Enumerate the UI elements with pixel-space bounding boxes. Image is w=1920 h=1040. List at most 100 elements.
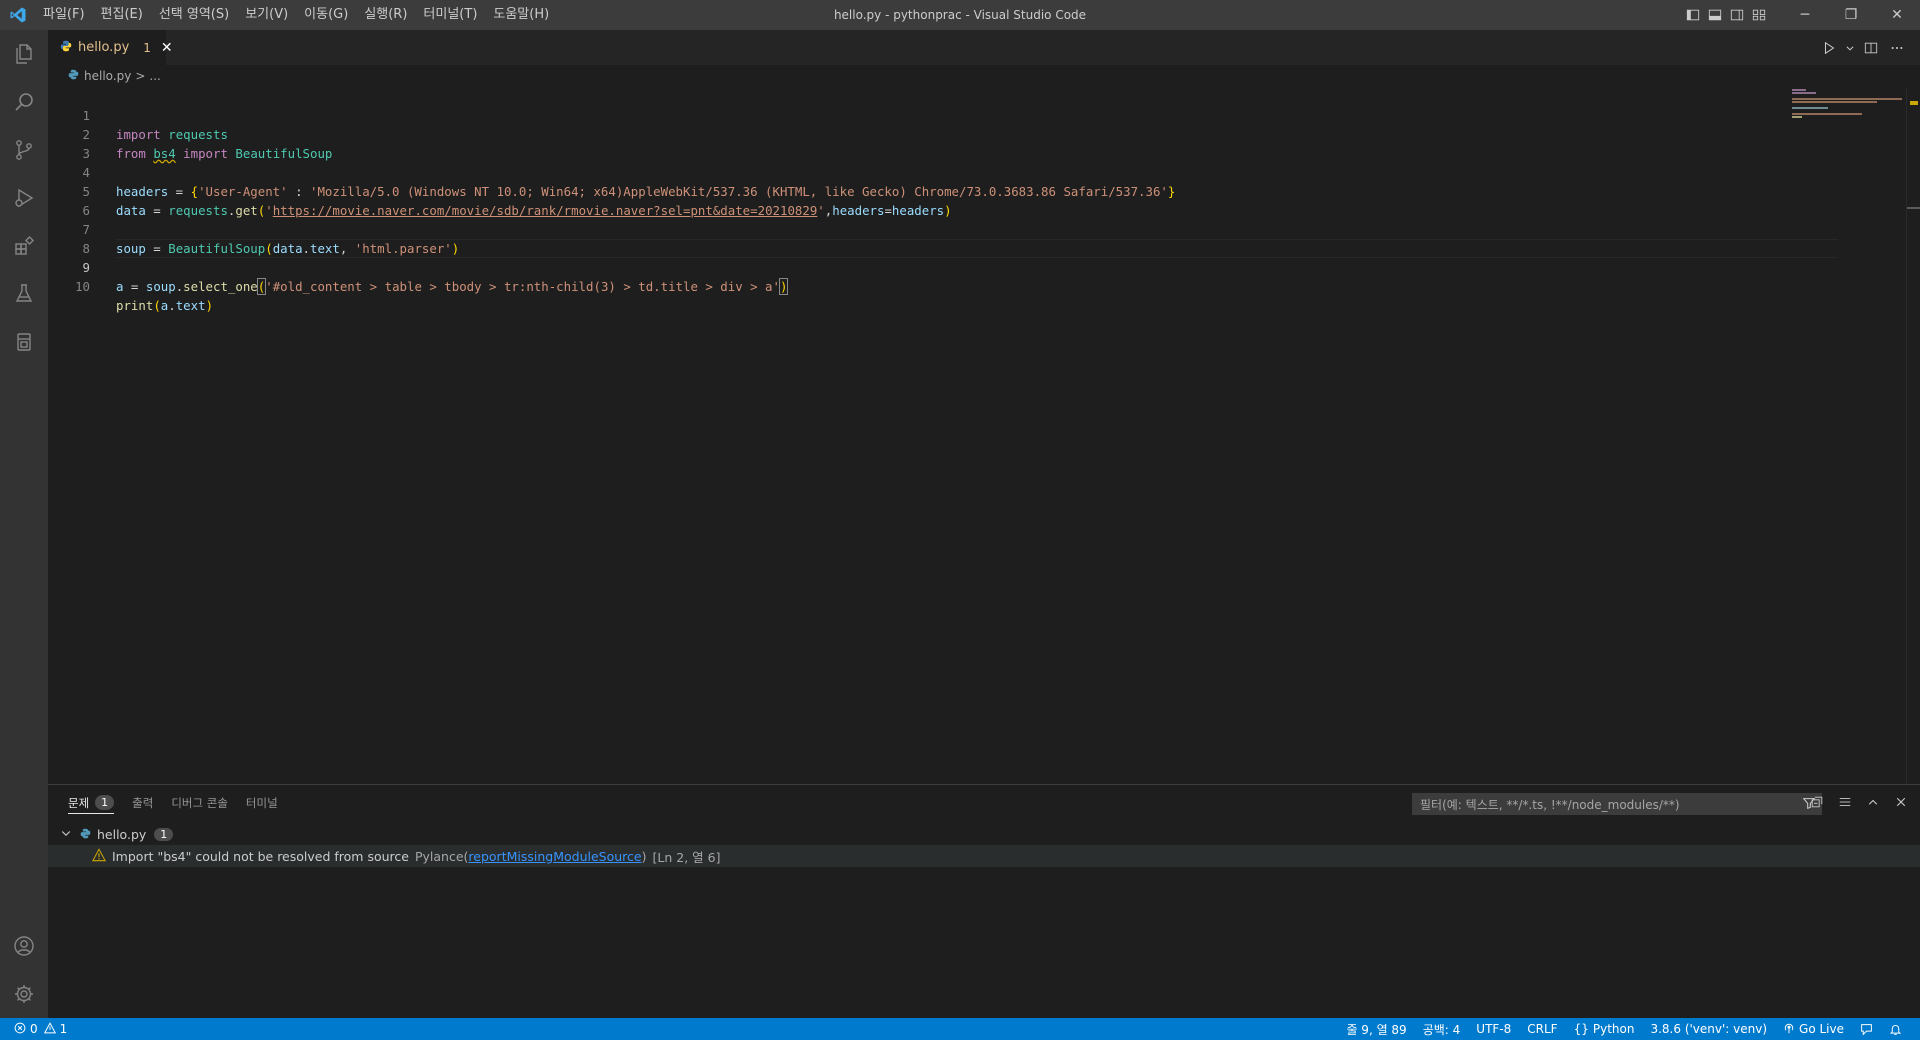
tab-problems[interactable]: 문제 1 — [68, 785, 115, 820]
tab-close-icon[interactable]: ✕ — [161, 40, 173, 56]
code-line-active: 9 a = soup.select_one('#old_content > ta… — [48, 239, 1788, 295]
split-editor-icon[interactable] — [1860, 37, 1882, 59]
feedback-icon[interactable] — [1852, 1023, 1881, 1036]
braces-icon: {} — [1573, 1022, 1589, 1036]
testing-icon[interactable] — [0, 270, 48, 318]
editor-tabs: hello.py 1 ✕ — [48, 30, 1920, 65]
line-number: 10 — [75, 279, 90, 294]
notifications-bell-icon[interactable] — [1881, 1023, 1910, 1036]
warning-count: 1 — [59, 1022, 68, 1036]
encoding[interactable]: UTF-8 — [1468, 1022, 1519, 1036]
menu-run[interactable]: 실행(R) — [356, 0, 415, 30]
go-live-button[interactable]: Go Live — [1775, 1022, 1852, 1037]
breadcrumb: hello.py > ... — [48, 65, 1748, 87]
toggle-secondary-sidebar-icon[interactable] — [1726, 0, 1748, 30]
collapse-all-icon[interactable] — [1806, 791, 1828, 813]
extensions-icon[interactable] — [0, 222, 48, 270]
breadcrumb-symbols[interactable]: ... — [149, 69, 160, 83]
chevron-down-icon[interactable] — [60, 827, 72, 842]
error-count: 0 — [30, 1022, 38, 1036]
breadcrumb-file[interactable]: hello.py — [84, 69, 131, 83]
more-actions-icon[interactable] — [1886, 37, 1908, 59]
language-mode[interactable]: {} Python — [1566, 1022, 1643, 1036]
minimap[interactable] — [1786, 87, 1906, 784]
code-line: 5 data = requests.get('https://movie.nav… — [48, 163, 1788, 218]
code-line: 7 soup = BeautifulSoup(data.text, 'html.… — [48, 201, 1788, 256]
code-editor[interactable]: 1 import requests 2 from bs4 import Beau… — [48, 87, 1920, 784]
run-debug-icon[interactable] — [0, 174, 48, 222]
problem-code-link[interactable]: reportMissingModuleSource — [468, 849, 641, 864]
problems-status[interactable]: 0 1 — [0, 1021, 68, 1037]
tab-problem-count: 1 — [143, 40, 151, 55]
vscode-logo-icon — [0, 0, 35, 30]
run-python-file-icon[interactable] — [1818, 37, 1840, 59]
explorer-icon[interactable] — [0, 30, 48, 78]
title-bar: 파일(F) 편집(E) 선택 영역(S) 보기(V) 이동(G) 실행(R) 터… — [0, 0, 1920, 30]
menu-selection[interactable]: 선택 영역(S) — [151, 0, 237, 30]
minimap-line — [1792, 107, 1828, 109]
maximize-panel-icon[interactable] — [1862, 791, 1884, 813]
menu-help[interactable]: 도움말(H) — [485, 0, 557, 30]
python-interpreter[interactable]: 3.8.6 ('venv': venv) — [1642, 1022, 1775, 1036]
minimap-line — [1792, 98, 1902, 100]
code-line: 10 print(a.text) — [48, 258, 1788, 313]
code-line: 4 headers = {'User-Agent' : 'Mozilla/5.0… — [48, 144, 1788, 199]
customize-layout-icon[interactable] — [1748, 0, 1770, 30]
end-of-line[interactable]: CRLF — [1519, 1022, 1565, 1036]
warning-status-icon — [43, 1021, 56, 1037]
accounts-icon[interactable] — [0, 922, 48, 970]
error-icon — [14, 1022, 26, 1037]
python-file-icon — [60, 40, 72, 56]
cursor-ruler — [1907, 207, 1920, 209]
problem-file-name: hello.py — [97, 826, 147, 842]
minimize-button[interactable]: ─ — [1782, 0, 1828, 30]
view-as-list-icon[interactable] — [1834, 791, 1856, 813]
status-bar: 0 1 줄 9, 열 89 공백: 4 UTF-8 CRLF {} Python… — [0, 1018, 1920, 1040]
problems-filter-input[interactable]: 필터(예: 텍스트, **/*.ts, !**/node_modules/**) — [1412, 793, 1822, 815]
restore-button[interactable]: ❐ — [1828, 0, 1874, 30]
cursor-position[interactable]: 줄 9, 열 89 — [1338, 1021, 1414, 1038]
python-file-icon — [80, 827, 91, 842]
minimap-line — [1792, 116, 1802, 118]
vertical-scrollbar[interactable] — [1906, 87, 1920, 784]
breadcrumb-separator: > — [135, 69, 146, 83]
menu-file[interactable]: 파일(F) — [35, 0, 93, 30]
tab-label: hello.py — [78, 40, 130, 55]
source-control-icon[interactable] — [0, 126, 48, 174]
indentation[interactable]: 공백: 4 — [1415, 1021, 1469, 1038]
tab-debug-console[interactable]: 디버그 콘솔 — [171, 785, 228, 820]
problem-item[interactable]: Import "bs4" could not be resolved from … — [48, 845, 1920, 867]
menu-go[interactable]: 이동(G) — [296, 0, 356, 30]
manage-gear-icon[interactable] — [0, 970, 48, 1018]
minimap-line — [1792, 92, 1816, 94]
problem-file-count: 1 — [154, 827, 174, 841]
minimap-line — [1792, 89, 1806, 91]
activity-bar — [0, 30, 48, 1018]
menu-view[interactable]: 보기(V) — [237, 0, 296, 30]
bottom-panel: 문제 1 출력 디버그 콘솔 터미널 필터(예: 텍스트, **/*.ts, !… — [48, 784, 1920, 1018]
minimap-line — [1792, 113, 1862, 115]
search-icon[interactable] — [0, 78, 48, 126]
problem-file-row[interactable]: hello.py 1 — [48, 823, 1920, 845]
problem-message: Import "bs4" could not be resolved from … — [112, 848, 409, 864]
menu-terminal[interactable]: 터미널(T) — [415, 0, 485, 30]
remote-explorer-icon[interactable] — [0, 318, 48, 366]
tab-terminal[interactable]: 터미널 — [246, 785, 278, 820]
code-line: 6 — [48, 182, 1788, 218]
menu-edit[interactable]: 편집(E) — [93, 0, 151, 30]
minimap-line — [1792, 101, 1877, 103]
code-line: 3 — [48, 125, 1788, 161]
toggle-panel-icon[interactable] — [1704, 0, 1726, 30]
run-dropdown-chevron-icon[interactable] — [1844, 37, 1856, 59]
problems-count-badge: 1 — [95, 795, 115, 810]
code-line: 8 — [48, 220, 1788, 256]
code-line: 2 from bs4 import BeautifulSoup — [48, 106, 1788, 161]
breadcrumb-python-icon — [68, 69, 79, 83]
close-window-button[interactable]: ✕ — [1874, 0, 1920, 30]
tab-hello-py[interactable]: hello.py 1 ✕ — [48, 30, 173, 65]
tab-output[interactable]: 출력 — [132, 785, 153, 820]
toggle-primary-sidebar-icon[interactable] — [1682, 0, 1704, 30]
close-panel-icon[interactable] — [1890, 791, 1912, 813]
code-line: 1 import requests — [48, 87, 1788, 142]
warning-marker — [1910, 101, 1918, 105]
